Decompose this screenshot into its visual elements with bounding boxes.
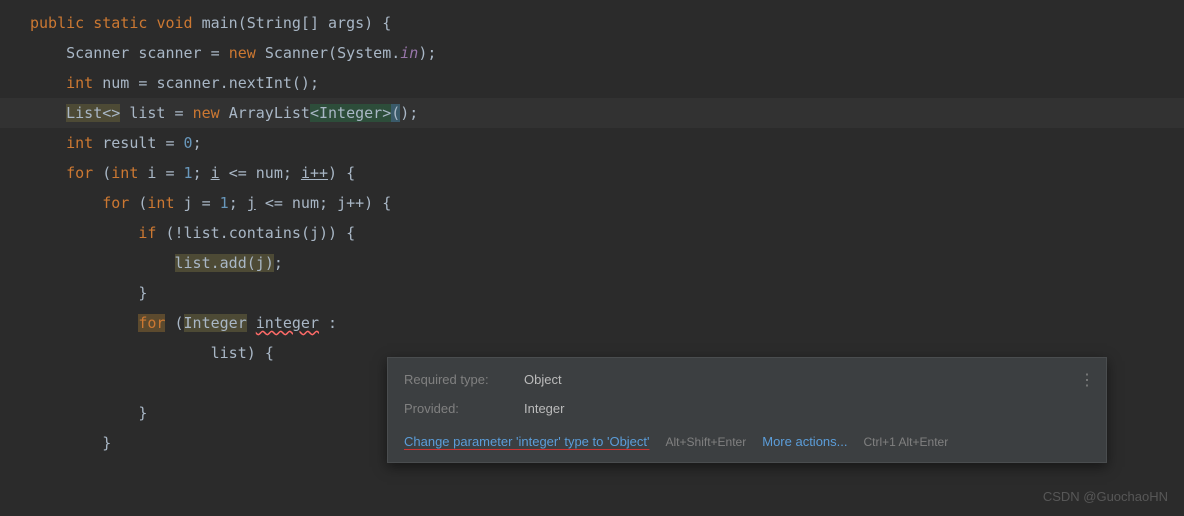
code-line-7: for (int j = 1; j <= num; j++) {	[30, 188, 1184, 218]
code-line-5: int result = 0;	[30, 128, 1184, 158]
tooltip-actions: Change parameter 'integer' type to 'Obje…	[404, 432, 1090, 453]
tooltip-required-row: Required type: Object	[404, 370, 1090, 391]
code-line-3: int num = scanner.nextInt();	[30, 68, 1184, 98]
code-line-1: public static void main(String[] args) {	[30, 8, 1184, 38]
code-line-6: for (int i = 1; i <= num; i++) {	[30, 158, 1184, 188]
code-line-10: }	[30, 278, 1184, 308]
code-line-2: Scanner scanner = new Scanner(System.in)…	[30, 38, 1184, 68]
code-line-8: if (!list.contains(j)) {	[30, 218, 1184, 248]
required-value: Object	[524, 370, 562, 391]
error-tooltip[interactable]: ⋮ Required type: Object Provided: Intege…	[387, 357, 1107, 463]
fix-action-link[interactable]: Change parameter 'integer' type to 'Obje…	[404, 432, 650, 453]
more-actions-link[interactable]: More actions...	[762, 432, 847, 453]
keyword-public: public	[30, 14, 84, 32]
code-line-9: list.add(j);	[30, 248, 1184, 278]
warning-highlight: list.add(j)	[175, 254, 274, 272]
error-var: integer	[256, 314, 319, 332]
code-line-4: List<> list = new ArrayList<Integer>();	[0, 98, 1184, 128]
method-main: main	[202, 14, 238, 32]
provided-label: Provided:	[404, 399, 524, 420]
generic-highlight: <Integer>	[310, 104, 391, 122]
keyword-void: void	[156, 14, 192, 32]
required-label: Required type:	[404, 370, 524, 391]
shortcut-2: Ctrl+1 Alt+Enter	[864, 433, 949, 452]
tooltip-provided-row: Provided: Integer	[404, 399, 1090, 420]
more-options-icon[interactable]: ⋮	[1079, 368, 1094, 394]
keyword-for-highlight: for	[138, 314, 165, 332]
shortcut-1: Alt+Shift+Enter	[666, 433, 747, 452]
watermark: CSDN @GuochaoHN	[1043, 487, 1168, 508]
provided-value: Integer	[524, 399, 564, 420]
code-line-11: for (Integer integer :	[30, 308, 1184, 338]
type-highlight: Integer	[184, 314, 247, 332]
error-highlight: List<>	[66, 104, 120, 122]
keyword-static: static	[93, 14, 147, 32]
